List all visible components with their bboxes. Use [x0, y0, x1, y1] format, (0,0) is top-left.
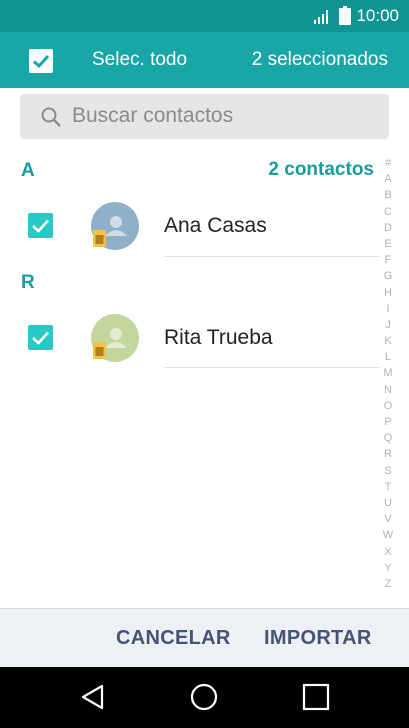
battery-icon	[339, 6, 351, 25]
alphabet-index[interactable]: # A B C D E F G H I J K L M N O P Q R S T U V W X Y Z	[378, 155, 398, 592]
index-letter[interactable]: M	[378, 365, 398, 381]
navigation-bar	[0, 667, 409, 728]
checkmark-icon	[32, 331, 49, 345]
index-letter[interactable]: T	[378, 479, 398, 495]
index-letter[interactable]: N	[378, 382, 398, 398]
contact-name[interactable]: Ana Casas	[164, 214, 267, 238]
index-letter[interactable]: L	[378, 349, 398, 365]
index-letter[interactable]: P	[378, 414, 398, 430]
index-letter[interactable]: #	[378, 155, 398, 171]
avatar	[91, 314, 139, 362]
action-bar: CANCELAR IMPORTAR	[0, 608, 409, 667]
select-all-checkbox[interactable]	[29, 49, 53, 73]
cancel-button[interactable]: CANCELAR	[116, 627, 231, 650]
index-letter[interactable]: E	[378, 236, 398, 252]
index-letter[interactable]: W	[378, 527, 398, 543]
contact-checkbox-rita[interactable]	[28, 325, 53, 350]
checkmark-icon	[32, 54, 50, 69]
index-letter[interactable]: Q	[378, 430, 398, 446]
contact-checkbox-ana[interactable]	[28, 213, 53, 238]
divider	[164, 256, 380, 257]
index-letter[interactable]: X	[378, 544, 398, 560]
index-letter[interactable]: Y	[378, 560, 398, 576]
recents-icon[interactable]	[300, 681, 332, 713]
index-letter[interactable]: R	[378, 446, 398, 462]
divider	[164, 367, 380, 368]
index-letter[interactable]: H	[378, 285, 398, 301]
checkmark-icon	[32, 219, 49, 233]
index-letter[interactable]: O	[378, 398, 398, 414]
selected-count: 2 seleccionados	[251, 49, 388, 70]
index-letter[interactable]: I	[378, 301, 398, 317]
select-all-label[interactable]: Selec. todo	[92, 49, 187, 71]
selection-toolbar: Selec. todo 2 seleccionados	[0, 32, 409, 88]
search-bar[interactable]: Buscar contactos	[20, 94, 389, 139]
section-header-a: A	[21, 160, 35, 181]
index-letter[interactable]: Z	[378, 576, 398, 592]
index-letter[interactable]: A	[378, 171, 398, 187]
signal-icon	[314, 10, 328, 24]
contact-avatar-icon	[91, 202, 139, 250]
index-letter[interactable]: K	[378, 333, 398, 349]
status-bar: 10:00	[0, 0, 409, 32]
import-button[interactable]: IMPORTAR	[264, 627, 372, 650]
index-letter[interactable]: B	[378, 187, 398, 203]
index-letter[interactable]: S	[378, 463, 398, 479]
home-icon[interactable]	[188, 681, 220, 713]
index-letter[interactable]: D	[378, 220, 398, 236]
index-letter[interactable]: U	[378, 495, 398, 511]
search-input[interactable]: Buscar contactos	[72, 104, 233, 128]
index-letter[interactable]: G	[378, 268, 398, 284]
contact-avatar-icon	[91, 314, 139, 362]
index-letter[interactable]: C	[378, 204, 398, 220]
contacts-count: 2 contactos	[268, 159, 374, 180]
back-icon[interactable]	[77, 681, 109, 713]
section-header-r: R	[21, 272, 35, 293]
search-icon	[41, 107, 61, 127]
index-letter[interactable]: F	[378, 252, 398, 268]
status-time: 10:00	[356, 6, 399, 25]
avatar	[91, 202, 139, 250]
index-letter[interactable]: V	[378, 511, 398, 527]
contact-name[interactable]: Rita Trueba	[164, 326, 273, 350]
index-letter[interactable]: J	[378, 317, 398, 333]
